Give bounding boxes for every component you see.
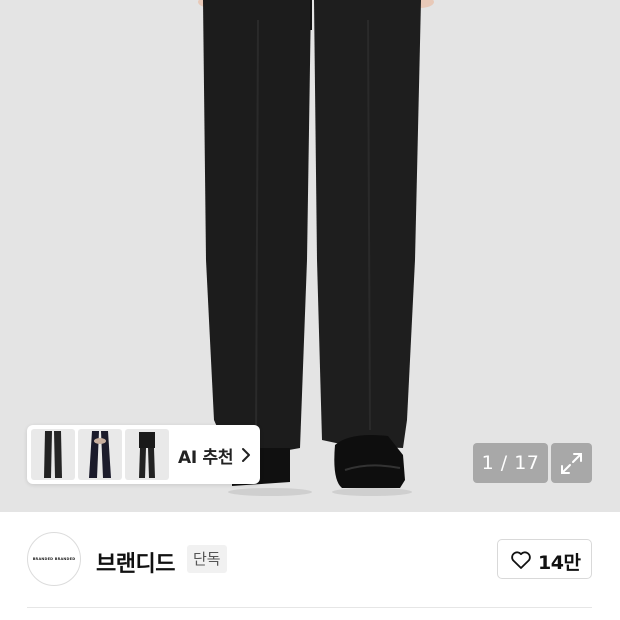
ai-recommend-card[interactable]: AI 추천	[27, 425, 260, 484]
recommend-thumbnail[interactable]	[125, 429, 169, 480]
exclusive-badge: 단독	[187, 545, 227, 573]
product-image-gallery[interactable]: AI 추천 1 / 17	[0, 0, 620, 512]
brand-logo[interactable]: BRANDED BRANDED	[27, 532, 81, 586]
like-button[interactable]: 14만	[497, 539, 592, 579]
recommend-thumbnail[interactable]	[78, 429, 122, 480]
like-count: 14만	[538, 552, 581, 574]
image-counter: 1 / 17	[473, 443, 548, 483]
heart-icon	[511, 551, 531, 569]
brand-row: BRANDED BRANDED 브랜디드 단독 14만	[0, 512, 620, 608]
ai-recommend-label: AI 추천	[178, 448, 234, 468]
expand-image-button[interactable]	[551, 443, 592, 483]
recommend-thumbnail[interactable]	[31, 429, 75, 480]
brand-name[interactable]: 브랜디드	[96, 546, 175, 578]
brand-logo-text: BRANDED BRANDED	[32, 557, 76, 561]
divider	[27, 607, 592, 608]
chevron-right-icon	[242, 448, 250, 462]
expand-icon	[561, 453, 582, 474]
